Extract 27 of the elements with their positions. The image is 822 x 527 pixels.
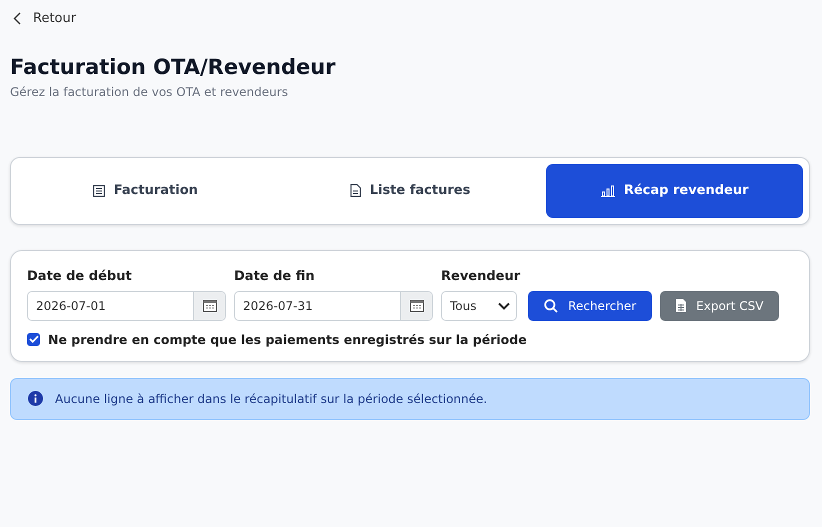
document-icon	[350, 184, 361, 197]
list-icon	[92, 184, 105, 196]
page-title: Facturation OTA/Revendeur	[10, 54, 337, 78]
date-field[interactable]: 2026-07-01	[27, 290, 226, 320]
tab[interactable]: Facturation	[17, 164, 274, 218]
chevron-down-icon	[498, 302, 510, 310]
spreadsheet-icon	[676, 299, 686, 312]
date-field[interactable]: 2026-07-31	[234, 290, 433, 320]
checkbox-label: Ne prendre en compte que les paiements enregistrés sur la période	[48, 332, 527, 346]
info-icon	[28, 391, 43, 406]
field-label: Date de fin	[234, 268, 316, 284]
page-subtitle: Gérez la facturation de vos OTA et revendeurs	[10, 84, 289, 98]
alert-message: Aucune ligne à afficher dans le récapitulatif sur la période sélectionnée.	[55, 392, 488, 406]
tab[interactable]: Récap revendeur	[546, 164, 804, 218]
search-button[interactable]: Rechercher	[528, 290, 652, 320]
checkbox[interactable]	[27, 332, 40, 346]
field-label: Revendeur	[441, 268, 520, 284]
search-icon	[544, 298, 558, 312]
chevron-left-icon	[13, 12, 21, 24]
calendar-icon	[410, 300, 424, 312]
back-link[interactable]: Retour	[10, 8, 76, 28]
field-label: Date de début	[27, 268, 133, 284]
tab[interactable]: Liste factures	[282, 164, 538, 218]
calendar-icon	[202, 300, 216, 312]
export-button[interactable]: Export CSV	[660, 290, 780, 320]
bar-chart-icon	[600, 184, 615, 196]
reseller-select[interactable]: Tous	[441, 290, 517, 320]
